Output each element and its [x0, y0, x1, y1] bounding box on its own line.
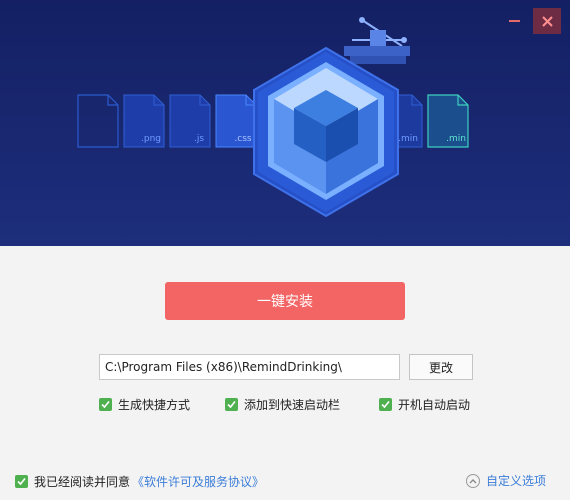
agreement-row: 我已经阅读并同意 《软件许可及服务协议》 — [15, 473, 264, 490]
file-label-css: .css — [234, 134, 251, 144]
file-label-js: .js — [194, 134, 204, 144]
file-label-min-2: .min — [446, 134, 466, 144]
header-banner: .png .js .css .min .min — [0, 0, 570, 246]
banner-illustration: .png .js .css .min .min — [0, 0, 570, 246]
close-button[interactable] — [533, 8, 561, 34]
option-label: 添加到快速启动栏 — [244, 398, 341, 412]
install-path-input[interactable] — [99, 354, 400, 380]
agreement-text: 我已经阅读并同意 — [34, 475, 131, 489]
option-create-shortcut[interactable]: 生成快捷方式 — [99, 396, 190, 413]
checkmark-icon — [227, 400, 236, 409]
option-quick-launch[interactable]: 添加到快速启动栏 — [225, 396, 340, 413]
checkbox-autostart[interactable] — [379, 398, 392, 411]
minimize-button[interactable] — [500, 8, 528, 34]
file-label-min-1: .min — [398, 134, 418, 144]
file-label-png: .png — [141, 134, 161, 144]
close-icon — [541, 15, 553, 27]
option-label: 生成快捷方式 — [118, 398, 191, 412]
change-path-button[interactable]: 更改 — [409, 354, 473, 380]
custom-options-label: 自定义选项 — [486, 474, 547, 488]
option-label: 开机自动启动 — [398, 398, 471, 412]
checkmark-icon — [17, 477, 26, 486]
option-autostart[interactable]: 开机自动启动 — [379, 396, 470, 413]
one-click-install-button[interactable]: 一键安装 — [165, 282, 405, 320]
checkmark-icon — [381, 400, 390, 409]
checkmark-icon — [101, 400, 110, 409]
minimize-icon — [508, 20, 520, 22]
license-agreement-link[interactable]: 《软件许可及服务协议》 — [132, 473, 264, 490]
checkbox-agreement[interactable] — [15, 475, 28, 488]
checkbox-create-shortcut[interactable] — [99, 398, 112, 411]
chevron-up-icon — [466, 473, 480, 488]
custom-options-toggle[interactable]: 自定义选项 — [466, 472, 546, 489]
checkbox-quick-launch[interactable] — [225, 398, 238, 411]
